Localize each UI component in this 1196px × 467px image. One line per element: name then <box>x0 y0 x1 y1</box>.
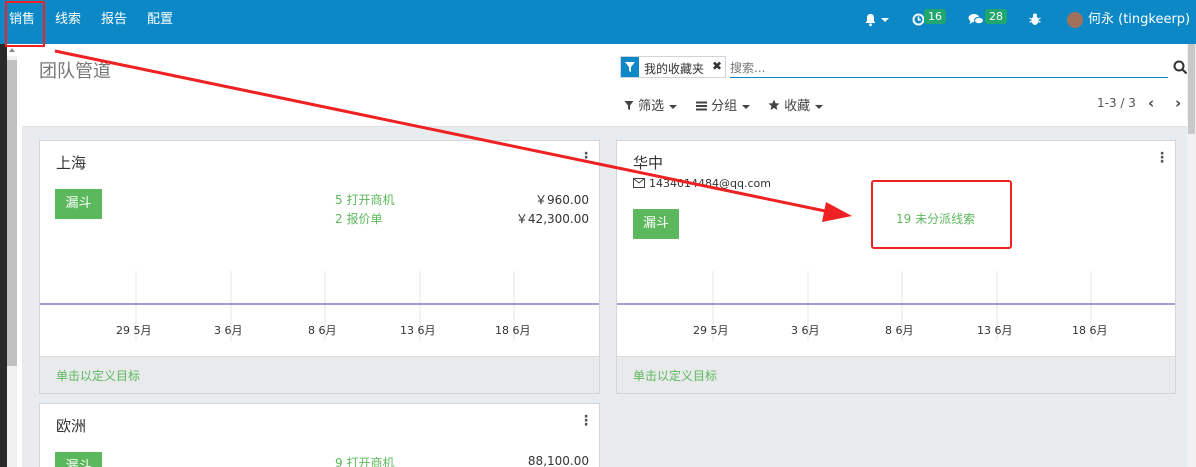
quotations-link[interactable]: 2 报价单 <box>335 210 382 227</box>
user-menu[interactable]: 何永 (tingkeerp) <box>1088 0 1196 62</box>
graph-date-label: 18 6月 <box>1072 324 1108 337</box>
bell-icon <box>865 13 876 26</box>
menu-reports[interactable]: 报告 <box>101 0 127 44</box>
graph-date-label: 29 5月 <box>693 324 729 337</box>
scroll-up-arrow-icon[interactable] <box>9 48 15 52</box>
search-input[interactable] <box>730 58 1168 78</box>
graph-date-label: 3 6月 <box>791 324 820 337</box>
scrollbar-thumb[interactable] <box>1188 44 1195 134</box>
quotations-amount: ￥42,300.00 <box>515 212 589 226</box>
activities-button[interactable] <box>912 0 925 44</box>
define-target-link[interactable]: 单击以定义目标 <box>56 367 140 384</box>
chevron-right-icon[interactable]: › <box>1175 94 1181 112</box>
search-facet: 我的收藏夹 ✖ <box>620 56 726 78</box>
graph-date-label: 8 6月 <box>308 324 337 337</box>
graph-date-label: 13 6月 <box>977 324 1013 337</box>
card-footer[interactable]: 单击以定义目标 <box>40 356 599 393</box>
bug-icon <box>1029 13 1041 25</box>
top-navbar: 销售 线索 报告 配置 16 28 何永 (tingkeerp) <box>0 0 1196 62</box>
favorites-dropdown[interactable]: 收藏 <box>768 95 824 114</box>
scrollbar-thumb[interactable] <box>7 60 17 366</box>
graph-date-label: 8 6月 <box>885 324 914 337</box>
vertical-ellipsis-icon[interactable]: ⋮ <box>579 413 593 429</box>
open-opportunities-link[interactable]: 9 打开商机 <box>335 454 394 467</box>
pager-value[interactable]: 1-3 / 3 <box>1097 96 1136 110</box>
control-panel: 团队管道 我的收藏夹 ✖ 筛选 分组 收藏 1-3 / 3 ‹ › <box>22 44 1196 127</box>
debug-button[interactable] <box>1029 0 1041 44</box>
notifications-dropdown[interactable] <box>864 0 890 44</box>
graph-date-label: 13 6月 <box>400 324 436 337</box>
chevron-down-icon <box>881 17 890 22</box>
star-icon <box>768 99 780 110</box>
list-icon <box>696 101 707 111</box>
filter-icon <box>621 57 639 77</box>
vertical-ellipsis-icon[interactable]: ⋮ <box>1155 150 1169 166</box>
search-button[interactable] <box>1173 60 1188 79</box>
open-opportunities-amount: 88,100.00 <box>527 454 589 467</box>
team-name[interactable]: 华中 <box>633 152 663 173</box>
groupby-dropdown[interactable]: 分组 <box>696 95 751 114</box>
user-avatar[interactable] <box>1067 12 1083 28</box>
team-name[interactable]: 上海 <box>56 152 86 173</box>
graph-date-label: 29 5月 <box>116 324 152 337</box>
filters-label: 筛选 <box>638 99 665 114</box>
card-footer[interactable]: 单击以定义目标 <box>617 356 1175 393</box>
funnel-button[interactable]: 漏斗 <box>55 189 102 219</box>
chat-bubbles-icon <box>968 14 984 25</box>
open-opportunities-amount: ￥960.00 <box>535 193 589 207</box>
menu-sales[interactable]: 销售 <box>9 0 35 44</box>
team-card[interactable]: 欧洲 ⋮ 漏斗 9 打开商机 88,100.00 <box>39 403 600 467</box>
chevron-down-icon <box>742 104 751 109</box>
user-name: 何永 (tingkeerp) <box>1088 12 1191 27</box>
facet-label: 我的收藏夹 <box>644 62 705 76</box>
unassigned-leads-link[interactable]: 19 未分派线索 <box>896 210 975 227</box>
graph-date-label: 3 6月 <box>214 324 243 337</box>
define-target-link[interactable]: 单击以定义目标 <box>633 367 717 384</box>
funnel-button[interactable]: 漏斗 <box>55 452 102 467</box>
chevron-left-icon[interactable]: ‹ <box>1148 94 1154 112</box>
messages-count-badge: 28 <box>985 9 1007 24</box>
search-icon <box>1173 60 1188 75</box>
team-name[interactable]: 欧洲 <box>56 415 86 436</box>
chevron-down-icon <box>669 104 678 109</box>
left-edge <box>0 44 7 467</box>
chevron-down-icon <box>815 104 824 109</box>
right-scrollbar[interactable] <box>1187 44 1196 467</box>
funnel-button[interactable]: 漏斗 <box>633 209 679 239</box>
page-title: 团队管道 <box>39 61 111 82</box>
activity-count-badge: 16 <box>924 9 946 24</box>
filter-icon <box>624 101 634 110</box>
envelope-icon <box>633 178 645 188</box>
groupby-label: 分组 <box>711 99 738 114</box>
menu-configuration[interactable]: 配置 <box>147 0 173 44</box>
team-email: 1434014484@qq.com <box>633 177 771 190</box>
close-icon[interactable]: ✖ <box>712 59 722 73</box>
team-card[interactable]: 上海 ⋮ 漏斗 5 打开商机 ￥960.00 2 报价单 ￥42,300.00 … <box>39 140 600 394</box>
favorites-label: 收藏 <box>784 99 811 114</box>
team-card[interactable]: 华中 ⋮ 1434014484@qq.com 漏斗 19 未分派线索 29 5月… <box>616 140 1176 394</box>
messages-button[interactable] <box>968 0 984 44</box>
filters-dropdown[interactable]: 筛选 <box>624 95 678 114</box>
graph-date-label: 18 6月 <box>495 324 531 337</box>
open-opportunities-link[interactable]: 5 打开商机 <box>335 191 394 208</box>
team-email-text: 1434014484@qq.com <box>649 177 771 190</box>
menu-leads[interactable]: 线索 <box>55 0 81 44</box>
vertical-ellipsis-icon[interactable]: ⋮ <box>579 150 593 166</box>
